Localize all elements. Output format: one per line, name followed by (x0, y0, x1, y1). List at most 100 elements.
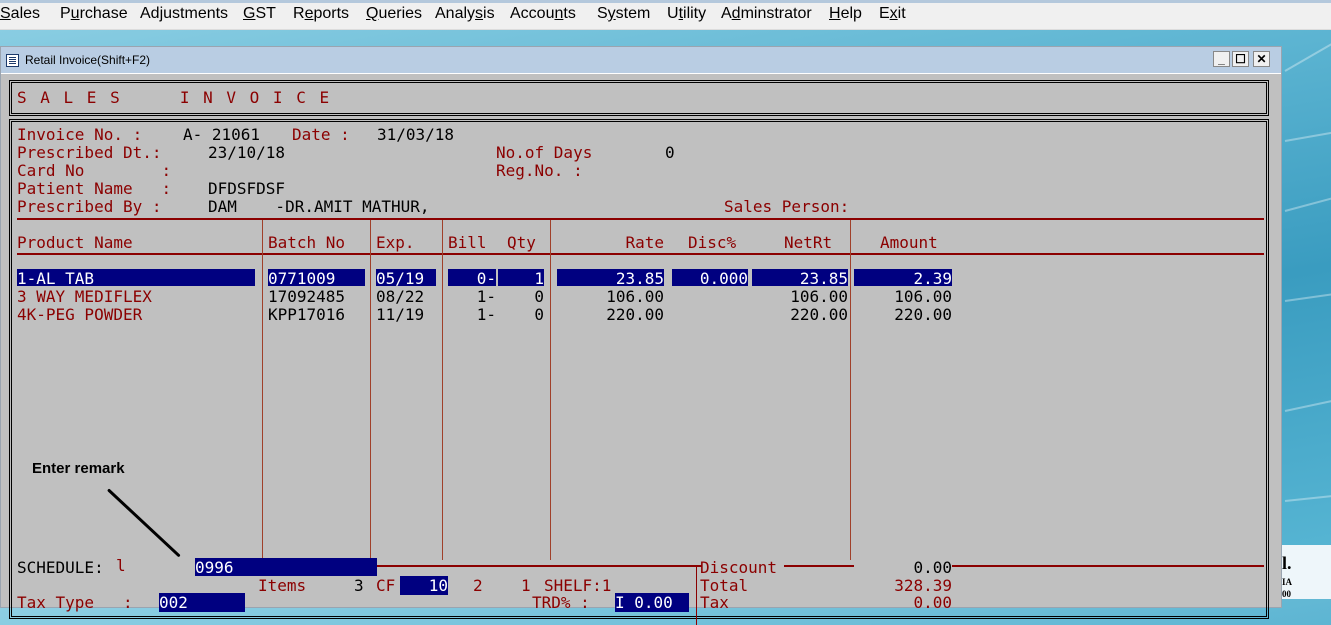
close-button[interactable]: ✕ (1253, 51, 1270, 67)
menu-accounts[interactable]: Accounts (510, 5, 576, 23)
annotation-label: Enter remark (32, 460, 125, 477)
cell-batch[interactable]: 0771009 (268, 269, 365, 286)
cf-number-2: 2 (473, 576, 483, 595)
cell-amount[interactable]: 2.39 (854, 269, 952, 286)
cell-disc[interactable] (672, 287, 748, 304)
menu-utility[interactable]: Utility (667, 5, 706, 23)
menu-gst[interactable]: GST (243, 5, 276, 23)
patient-name-label: Patient Name : (17, 179, 171, 198)
menu-queries[interactable]: Queries (366, 5, 422, 23)
cell-product[interactable]: 4K-PEG POWDER (17, 305, 255, 322)
remark-input[interactable]: 0996 (195, 558, 377, 576)
date-label: Date : (292, 125, 350, 144)
cell-exp[interactable]: 05/19 (376, 269, 436, 286)
column-header-netrt: NetRt (784, 233, 832, 252)
menu-purchase[interactable]: Purchase (60, 5, 128, 23)
cell-rate[interactable]: 220.00 (557, 305, 664, 322)
tax-type-label: Tax Type : (17, 593, 133, 612)
column-header-batch-no: Batch No (268, 233, 345, 252)
window-menu-icon[interactable] (6, 54, 19, 67)
desktop-wallpaper-streak (1285, 292, 1331, 302)
retail-invoice-window: Retail Invoice(Shift+F2) _ ☐ ✕ S A L E S… (0, 46, 1282, 608)
cell-disc[interactable] (672, 305, 748, 322)
cell-product[interactable]: 1-AL TAB (17, 269, 255, 286)
cf-number-1: 1 (521, 576, 531, 595)
cell-product[interactable]: 3 WAY MEDIFLEX (17, 287, 255, 304)
schedule-label: SCHEDULE: (17, 558, 104, 577)
cell-bill[interactable]: 1- (448, 287, 496, 304)
cell-rate[interactable]: 106.00 (557, 287, 664, 304)
discount-value: 0.00 (872, 558, 952, 577)
annotation-arrow (107, 488, 181, 557)
cf-input[interactable]: 10 (400, 576, 448, 595)
discount-trailing-line (952, 565, 1264, 567)
trd-input[interactable]: I 0.00 (615, 593, 689, 612)
prescribed-by-value[interactable]: DAM -DR.AMIT MATHUR, (208, 197, 430, 216)
tax-value: 0.00 (872, 593, 952, 612)
menu-system[interactable]: System (597, 5, 650, 23)
cell-batch[interactable]: KPP17016 (268, 305, 365, 322)
menu-adminstrator[interactable]: Adminstrator (721, 5, 812, 23)
discount-label: Discount (700, 558, 777, 577)
minimize-button[interactable]: _ (1213, 51, 1230, 67)
column-header-product-name: Product Name (17, 233, 133, 252)
cell-exp[interactable]: 08/22 (376, 287, 436, 304)
cell-bill[interactable]: 1- (448, 305, 496, 322)
menu-sales[interactable]: Sales (0, 5, 40, 23)
cell-bill[interactable]: 0- (448, 269, 496, 286)
cell-netrt[interactable]: 106.00 (752, 287, 848, 304)
menu-reports[interactable]: Reports (293, 5, 349, 23)
invoice-no-value[interactable]: A- 21061 (183, 125, 260, 144)
items-count: 3 (354, 576, 364, 595)
patient-name-value[interactable]: DFDSFDSF (208, 179, 285, 198)
trd-label: TRD% : (532, 593, 590, 612)
cell-qty[interactable]: 0 (498, 305, 544, 322)
invoice-panel: Invoice No. : A- 21061 Date : 31/03/18 P… (9, 119, 1269, 619)
reg-no-label: Reg.No. : (496, 161, 583, 180)
column-header-rate: Rate (614, 233, 664, 252)
desktop-wallpaper-streak (1285, 40, 1331, 72)
date-value[interactable]: 31/03/18 (377, 125, 454, 144)
window-client-area: S A L E S I N V O I C E Invoice No. : A-… (6, 75, 1271, 605)
cell-rate[interactable]: 23.85 (557, 269, 664, 286)
schedule-value[interactable]: l (116, 556, 126, 575)
prescribed-date-value[interactable]: 23/10/18 (208, 143, 285, 162)
cell-exp[interactable]: 11/19 (376, 305, 436, 322)
tax-type-input[interactable]: 002 (159, 593, 245, 612)
invoice-no-label: Invoice No. : (17, 125, 142, 144)
cell-amount[interactable]: 220.00 (854, 305, 952, 322)
column-header-exp: Exp. (376, 233, 415, 252)
column-divider (442, 220, 443, 560)
maximize-button[interactable]: ☐ (1232, 51, 1249, 67)
menu-help[interactable]: Help (829, 5, 862, 23)
cell-qty[interactable]: 0 (498, 287, 544, 304)
sales-person-label: Sales Person: (724, 197, 849, 216)
desktop-wallpaper-streak (1285, 130, 1331, 142)
prescribed-by-label: Prescribed By : (17, 197, 162, 216)
cell-netrt[interactable]: 220.00 (752, 305, 848, 322)
window-title-bar[interactable]: Retail Invoice(Shift+F2) _ ☐ ✕ (1, 47, 1281, 74)
table-header-border (17, 253, 1264, 255)
cell-qty[interactable]: 1 (498, 269, 544, 286)
page-title: S A L E S I N V O I C E (17, 88, 331, 107)
column-header-bill: Bill (448, 233, 487, 252)
menu-bar: Sales Purchase Adjustments GST Reports Q… (0, 0, 1331, 30)
background-text: 00 (1282, 589, 1291, 599)
column-header-amount: Amount (880, 233, 938, 252)
menu-exit[interactable]: Exit (879, 5, 906, 23)
column-divider (370, 220, 371, 560)
menu-bar-top-edge (0, 0, 1331, 3)
background-document-fragment: l. IA 00 (1282, 545, 1331, 599)
menu-analysis[interactable]: Analysis (435, 5, 495, 23)
cell-netrt[interactable]: 23.85 (752, 269, 848, 286)
column-divider (550, 220, 551, 560)
no-of-days-value[interactable]: 0 (665, 143, 675, 162)
cell-amount[interactable]: 106.00 (854, 287, 952, 304)
heading-panel: S A L E S I N V O I C E (9, 80, 1269, 116)
menu-adjustments[interactable]: Adjustments (140, 5, 228, 23)
cell-batch[interactable]: 17092485 (268, 287, 365, 304)
card-no-label: Card No : (17, 161, 171, 180)
cell-disc[interactable]: 0.000 (672, 269, 748, 286)
desktop-wallpaper-streak (1285, 398, 1331, 412)
discount-line (784, 565, 854, 567)
